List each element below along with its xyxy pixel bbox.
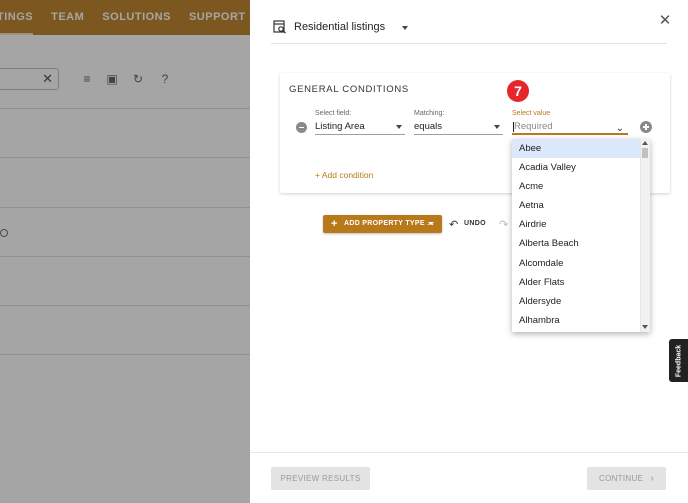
dropdown-option[interactable]: Acadia Valley [512,158,640,177]
listing-search-drawer: Residential listings ✕ GENERAL CONDITION… [250,0,688,503]
drawer-header: Residential listings [271,0,667,44]
remove-condition-icon[interactable] [296,122,307,133]
scrollbar-thumb[interactable] [642,148,648,158]
add-property-type-button[interactable]: + ADD PROPERTY TYPE ... [323,215,442,233]
redo-icon[interactable]: ↷ [499,218,508,231]
select-field-value: Listing Area [315,121,365,132]
value-field: Select value Required ⌄ [512,109,628,135]
matching-value: equals [414,121,442,132]
dropdown-option[interactable]: Acme [512,177,640,196]
add-condition-link[interactable]: + Add condition [315,170,373,180]
chevron-down-icon [396,125,402,129]
feedback-label: Feedback [675,344,682,377]
select-value-input[interactable]: Required ⌄ [512,119,628,135]
close-icon[interactable]: ✕ [658,13,672,28]
add-property-type-label: ADD PROPERTY TYPE ... [344,220,434,227]
value-options-dropdown[interactable]: Abee Acadia Valley Acme Aetna Airdrie Al… [512,139,650,332]
select-value-label: Select value [512,110,551,117]
dropdown-option[interactable]: Alberta Beach [512,234,640,253]
dropdown-option[interactable]: Abee [512,139,640,159]
preview-results-button[interactable]: PREVIEW RESULTS [271,467,370,490]
add-row-icon[interactable] [640,121,652,133]
select-field: Select field: Listing Area [315,109,405,135]
undo-icon[interactable]: ↶ [449,218,458,231]
continue-label: CONTINUE [599,474,644,483]
continue-button[interactable]: CONTINUE › [587,467,666,490]
undo-button[interactable]: UNDO [464,220,486,227]
select-value-placeholder: Required [514,121,553,132]
chevron-down-icon[interactable]: ⌄ [616,121,624,137]
feedback-tab[interactable]: Feedback [669,339,688,382]
dropdown-option[interactable]: Alder Flats [512,273,640,292]
listing-search-icon [273,20,286,34]
chevron-right-icon: › [650,473,654,484]
select-field-label: Select field: [315,110,352,117]
caret-down-icon [428,222,434,225]
matching-label: Matching: [414,110,445,117]
scroll-down-icon[interactable] [642,325,648,329]
scroll-up-icon[interactable] [642,141,648,145]
matching-field: Matching: equals [414,109,503,135]
dropdown-scrollbar[interactable] [640,139,650,332]
matching-dropdown[interactable]: equals [414,119,503,135]
dropdown-option[interactable]: Alhambra [512,311,640,330]
chevron-down-icon [494,125,500,129]
dropdown-option[interactable]: Aldersyde [512,292,640,311]
plus-icon: + [331,218,338,230]
dropdown-option[interactable]: Airdrie [512,215,640,234]
listing-type-select[interactable]: Residential listings [294,21,385,33]
text-cursor [513,122,514,132]
card-title: GENERAL CONDITIONS [289,84,409,95]
footer-divider [250,452,688,453]
background-app: TINGS TEAM SOLUTIONS SUPPORT ✕ ≡ ▣ ↻ ? [0,0,250,503]
select-field-dropdown[interactable]: Listing Area [315,119,405,135]
dropdown-option[interactable]: Alcomdale [512,254,640,273]
chevron-down-icon[interactable] [402,26,408,30]
step-number-badge: 7 [507,80,529,102]
dropdown-option[interactable]: Aetna [512,196,640,215]
modal-overlay[interactable] [0,0,250,503]
